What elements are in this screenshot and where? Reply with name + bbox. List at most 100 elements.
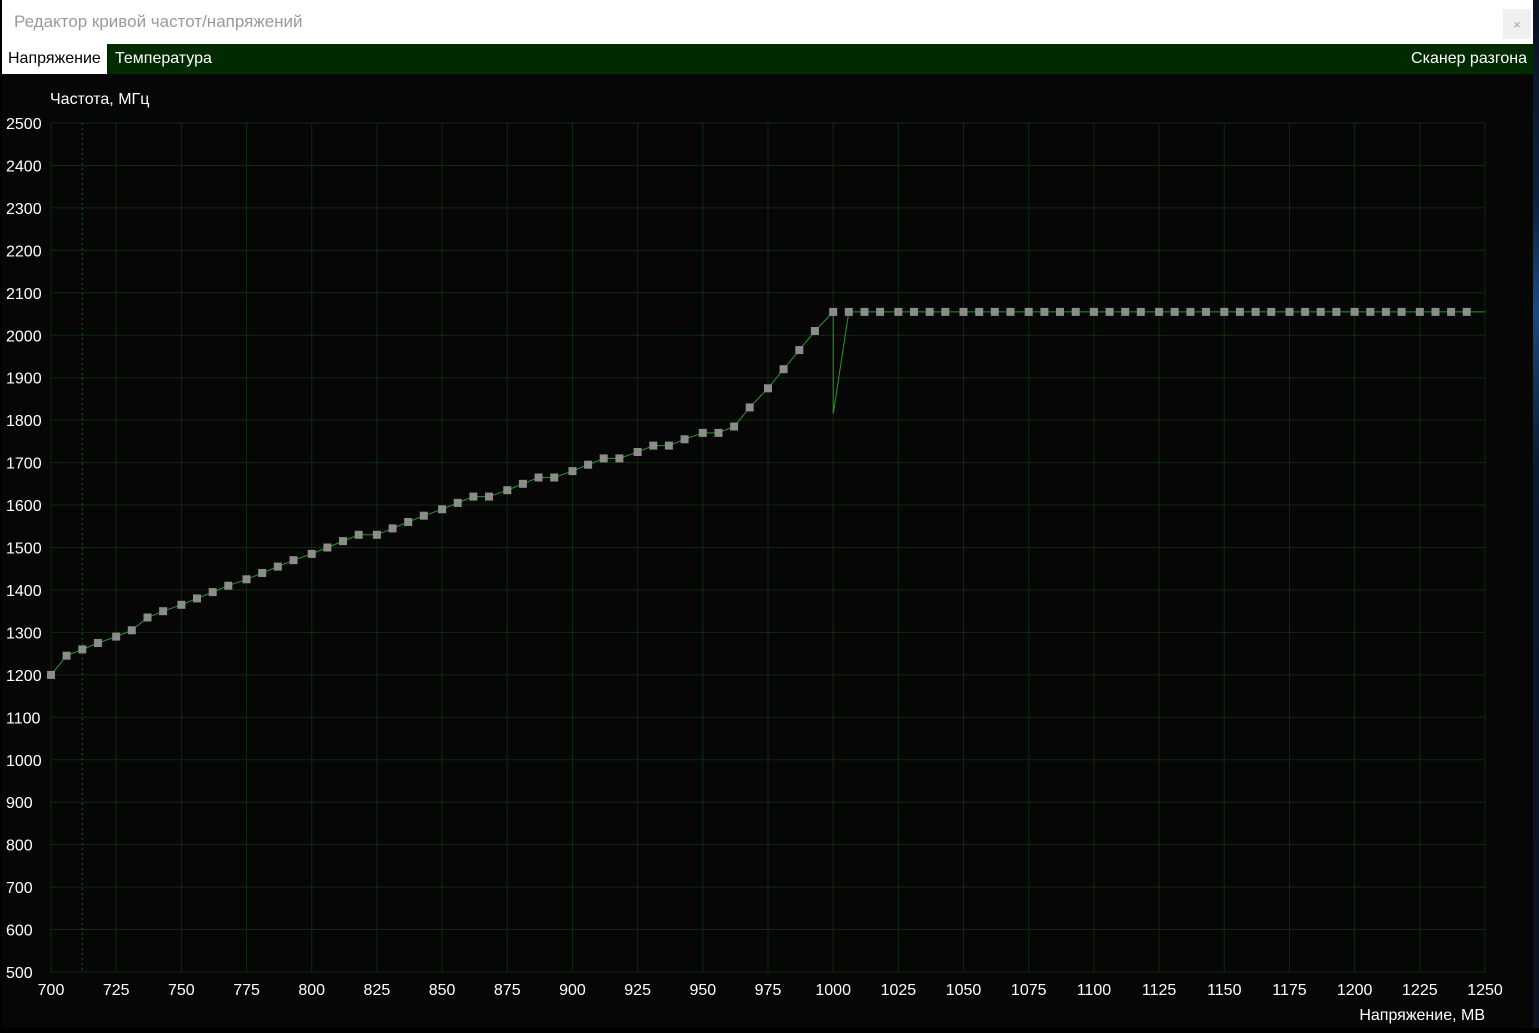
- curve-point[interactable]: [698, 428, 707, 437]
- y-tick-label: 2500: [6, 116, 42, 133]
- curve-point[interactable]: [93, 639, 102, 647]
- curve-point[interactable]: [959, 307, 968, 316]
- curve-point[interactable]: [1220, 307, 1229, 316]
- curve-point[interactable]: [193, 594, 201, 603]
- curve-point[interactable]: [1366, 307, 1375, 316]
- curve-point[interactable]: [1350, 307, 1359, 316]
- curve-point[interactable]: [62, 651, 71, 660]
- curve-point[interactable]: [975, 307, 984, 316]
- curve-point[interactable]: [730, 422, 739, 431]
- curve-point[interactable]: [584, 460, 593, 469]
- curve-point[interactable]: [649, 441, 658, 450]
- title-bar[interactable]: Редактор кривой частот/напряжений ×: [2, 0, 1533, 44]
- overclock-scanner-button[interactable]: Сканер разгона: [1405, 44, 1533, 74]
- curve-point[interactable]: [1121, 307, 1130, 316]
- curve-point[interactable]: [779, 365, 788, 374]
- curve-point[interactable]: [404, 518, 413, 526]
- curve-point[interactable]: [289, 556, 298, 565]
- curve-point[interactable]: [1202, 307, 1210, 316]
- curve-point[interactable]: [1006, 307, 1015, 316]
- curve-point[interactable]: [1431, 307, 1440, 316]
- curve-point[interactable]: [453, 498, 462, 507]
- x-tick-label: 750: [168, 982, 195, 999]
- curve-point[interactable]: [664, 441, 673, 450]
- curve-point[interactable]: [112, 632, 121, 641]
- curve-point[interactable]: [795, 346, 804, 355]
- curve-point[interactable]: [568, 467, 577, 476]
- curve-point[interactable]: [78, 645, 87, 654]
- curve-point[interactable]: [1447, 307, 1456, 316]
- curve-point[interactable]: [844, 307, 853, 316]
- curve-point[interactable]: [47, 670, 55, 679]
- curve-point[interactable]: [1089, 307, 1098, 316]
- close-button[interactable]: ×: [1503, 9, 1531, 39]
- curve-point[interactable]: [990, 307, 999, 316]
- curve-point[interactable]: [1462, 307, 1471, 316]
- curve-point[interactable]: [1024, 307, 1033, 316]
- curve-point[interactable]: [860, 307, 869, 316]
- x-tick-label: 1225: [1402, 982, 1438, 999]
- curve-point[interactable]: [1235, 307, 1244, 316]
- curve-point[interactable]: [1415, 307, 1424, 316]
- y-tick-label: 800: [6, 838, 33, 855]
- curve-point[interactable]: [323, 543, 332, 552]
- curve-point[interactable]: [485, 492, 493, 501]
- tab-temperature[interactable]: Температура: [109, 44, 218, 74]
- curve-point[interactable]: [159, 607, 168, 616]
- curve-point[interactable]: [941, 307, 950, 316]
- curve-point[interactable]: [224, 581, 233, 590]
- x-tick-label: 1125: [1142, 982, 1177, 999]
- curve-point[interactable]: [354, 530, 363, 539]
- curve-point[interactable]: [1301, 307, 1310, 316]
- curve-point[interactable]: [1155, 307, 1164, 316]
- curve-point[interactable]: [633, 448, 642, 456]
- curve-point[interactable]: [127, 626, 136, 635]
- curve-point[interactable]: [680, 435, 689, 444]
- curve-point[interactable]: [1316, 307, 1325, 316]
- curve-point[interactable]: [1056, 307, 1064, 316]
- curve-point[interactable]: [1267, 307, 1276, 316]
- curve-point[interactable]: [503, 486, 512, 495]
- curve-point[interactable]: [388, 524, 397, 533]
- curve-point[interactable]: [829, 307, 838, 316]
- curve-point[interactable]: [1397, 307, 1406, 316]
- curve-point[interactable]: [1251, 307, 1260, 316]
- curve-point[interactable]: [1071, 307, 1080, 316]
- curve-point[interactable]: [208, 588, 217, 597]
- curve-point[interactable]: [925, 307, 934, 316]
- curve-point[interactable]: [615, 454, 624, 463]
- curve-point[interactable]: [273, 562, 282, 571]
- curve-point[interactable]: [764, 384, 772, 393]
- curve-point[interactable]: [876, 307, 885, 316]
- curve-point[interactable]: [143, 613, 152, 622]
- curve-point[interactable]: [1105, 307, 1114, 316]
- curve-point[interactable]: [1381, 307, 1390, 316]
- curve-point[interactable]: [1285, 307, 1294, 316]
- curve-point[interactable]: [258, 569, 267, 577]
- curve-point[interactable]: [534, 473, 543, 482]
- curve-point[interactable]: [1136, 307, 1145, 316]
- curve-point[interactable]: [599, 454, 608, 463]
- curve-point[interactable]: [438, 505, 447, 514]
- curve-point[interactable]: [307, 549, 316, 558]
- curve-point[interactable]: [242, 575, 251, 584]
- curve-point[interactable]: [177, 600, 186, 609]
- curve-point[interactable]: [1040, 307, 1049, 316]
- curve-point[interactable]: [894, 307, 903, 316]
- curve-point[interactable]: [1186, 307, 1195, 316]
- curve-point[interactable]: [339, 537, 347, 546]
- curve-point[interactable]: [469, 492, 478, 501]
- curve-point[interactable]: [419, 511, 428, 520]
- x-tick-label: 925: [624, 982, 651, 999]
- curve-point[interactable]: [518, 479, 527, 488]
- curve-point[interactable]: [745, 403, 754, 412]
- curve-point[interactable]: [910, 307, 918, 316]
- curve-point[interactable]: [1170, 307, 1179, 316]
- curve-point[interactable]: [810, 327, 819, 335]
- curve-point[interactable]: [1332, 307, 1341, 316]
- curve-point[interactable]: [550, 473, 559, 482]
- vf-curve-chart[interactable]: 2500 2400 2300 2200 2100 2000 1900 1800 1700 1600…: [0, 74, 1533, 1028]
- curve-point[interactable]: [714, 428, 723, 437]
- tab-voltage[interactable]: Напряжение: [2, 44, 107, 74]
- curve-point[interactable]: [372, 530, 381, 539]
